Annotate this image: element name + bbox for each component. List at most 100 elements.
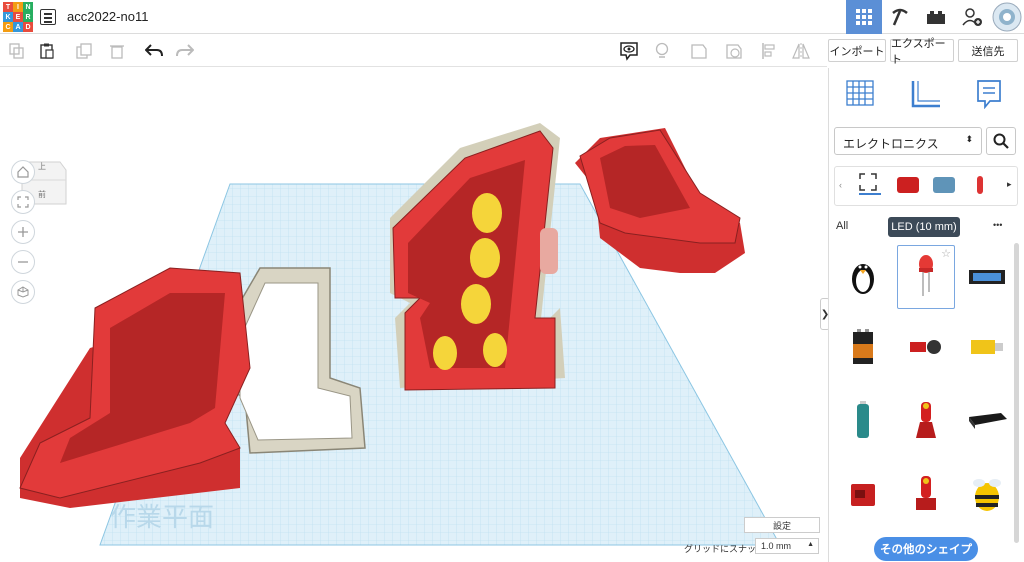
- perspective-button[interactable]: [11, 280, 35, 304]
- workplane-tool-button[interactable]: [845, 79, 875, 112]
- invite-user-button[interactable]: [954, 0, 990, 34]
- logo-letter: N: [23, 2, 33, 12]
- align-button[interactable]: [760, 42, 778, 60]
- brick-icon: [927, 11, 945, 24]
- trash-icon: [110, 45, 124, 59]
- battery-icon: [853, 329, 873, 364]
- shape-tile[interactable]: [897, 462, 955, 526]
- zoom-out-button[interactable]: [11, 250, 35, 274]
- 3d-design-view-button[interactable]: [846, 0, 882, 34]
- shape-tooltip: LED (10 mm): [888, 217, 960, 237]
- category-all-tab[interactable]: [859, 173, 881, 195]
- lego-view-button[interactable]: [918, 0, 954, 34]
- tinkercad-logo[interactable]: T I N K E R C A D: [3, 2, 33, 32]
- import-button[interactable]: インポート: [828, 39, 886, 62]
- red-block-icon: [851, 484, 875, 506]
- category-boards-tab[interactable]: [933, 177, 955, 193]
- search-button[interactable]: [986, 127, 1016, 155]
- shape-tile[interactable]: [958, 462, 1016, 526]
- cube-icon: [17, 286, 29, 298]
- category-leds-tab[interactable]: [977, 176, 983, 194]
- undo-icon: [145, 44, 163, 57]
- logo-letter: R: [23, 12, 33, 22]
- zoom-in-button[interactable]: [11, 220, 35, 244]
- star-icon[interactable]: ☆: [941, 247, 951, 260]
- logo-letter: E: [13, 12, 23, 22]
- workplane-label: 作業平面: [110, 503, 214, 533]
- breadboard-icon: [969, 270, 1005, 284]
- copy-button[interactable]: [8, 42, 26, 60]
- mirror-button[interactable]: [792, 42, 810, 60]
- shape-tile[interactable]: [958, 245, 1016, 309]
- document-title[interactable]: acc2022-no11: [67, 9, 148, 24]
- logo-letter: K: [3, 12, 13, 22]
- avatar-icon: [992, 2, 1022, 32]
- light-button[interactable]: [653, 42, 671, 60]
- paste-button[interactable]: [38, 42, 56, 60]
- fit-frame-icon: [859, 173, 877, 191]
- duplicate-icon: [76, 43, 92, 59]
- delete-button[interactable]: [108, 42, 126, 60]
- shape-tile[interactable]: [834, 388, 892, 452]
- motor-icon: [971, 340, 1003, 354]
- redo-button[interactable]: [176, 42, 194, 60]
- filter-all-label[interactable]: All: [836, 220, 848, 232]
- eye-note-icon: [620, 42, 638, 61]
- shape-tile[interactable]: [958, 315, 1016, 379]
- fit-icon: [17, 196, 29, 208]
- notes-tool-button[interactable]: [976, 79, 1002, 114]
- logo-letter: C: [3, 22, 13, 32]
- send-to-button[interactable]: 送信先: [958, 39, 1018, 62]
- battery-pack-icon: [969, 413, 1007, 429]
- user-avatar[interactable]: [990, 0, 1024, 34]
- blocks-view-button[interactable]: [882, 0, 918, 34]
- caret-up-icon: ▲: [807, 541, 814, 548]
- view-cube-top-label: 上: [38, 162, 46, 171]
- logo-letter: I: [13, 2, 23, 12]
- chevron-right-icon[interactable]: ▸: [1007, 179, 1012, 190]
- settings-button[interactable]: 設定: [744, 517, 820, 533]
- shape-category-select[interactable]: エレクトロニクス ⬍: [834, 127, 982, 155]
- fit-view-button[interactable]: [11, 190, 35, 214]
- panel-scrollbar[interactable]: [1014, 243, 1019, 543]
- undo-button[interactable]: [145, 42, 163, 60]
- logo-letter: D: [23, 22, 33, 32]
- redo-icon: [176, 44, 194, 57]
- shape-tile[interactable]: [834, 245, 892, 309]
- home-view-button[interactable]: [11, 160, 35, 184]
- mirror-icon: [792, 43, 810, 59]
- category-carousel: ‹ ▸: [834, 166, 1018, 206]
- notes-button[interactable]: [618, 42, 640, 61]
- more-options-icon[interactable]: •••: [993, 220, 1002, 230]
- paste-icon: [40, 43, 54, 59]
- shape-category-value: エレクトロニクス: [843, 137, 939, 151]
- shape-tile[interactable]: [834, 315, 892, 379]
- export-button[interactable]: エクスポート: [890, 38, 954, 66]
- workplane-scene: 作業平面: [19, 123, 781, 546]
- ruler-tool-button[interactable]: [910, 79, 942, 114]
- shape-icon: [691, 44, 707, 59]
- shape-tile[interactable]: [897, 388, 955, 452]
- home-icon: [17, 166, 29, 178]
- search-icon: [993, 133, 1009, 149]
- edit-toolbar: [0, 35, 827, 67]
- solid-button[interactable]: [690, 42, 708, 60]
- shape-tile[interactable]: [897, 315, 955, 379]
- 3d-workplane[interactable]: 作業平面 上 前: [0, 68, 827, 562]
- logo-letter: A: [13, 22, 23, 32]
- view-cube-front-label: 前: [38, 190, 46, 199]
- ruler-icon: [911, 81, 940, 108]
- shape-tile-selected[interactable]: ☆: [897, 245, 955, 309]
- hole-button[interactable]: [725, 42, 743, 60]
- shape-tile[interactable]: [958, 388, 1016, 452]
- snap-grid-select[interactable]: 1.0 mm ▲: [755, 538, 819, 554]
- shape-tile[interactable]: [834, 462, 892, 526]
- category-motors-tab[interactable]: [897, 177, 919, 193]
- design-list-icon[interactable]: [40, 9, 56, 25]
- hole-shape-icon: [726, 44, 742, 59]
- chevron-left-icon[interactable]: ‹: [839, 180, 842, 190]
- more-shapes-button[interactable]: その他のシェイプ: [874, 537, 978, 561]
- aa-battery-icon: [857, 401, 869, 438]
- bee-icon: [973, 479, 1001, 511]
- duplicate-button[interactable]: [75, 42, 93, 60]
